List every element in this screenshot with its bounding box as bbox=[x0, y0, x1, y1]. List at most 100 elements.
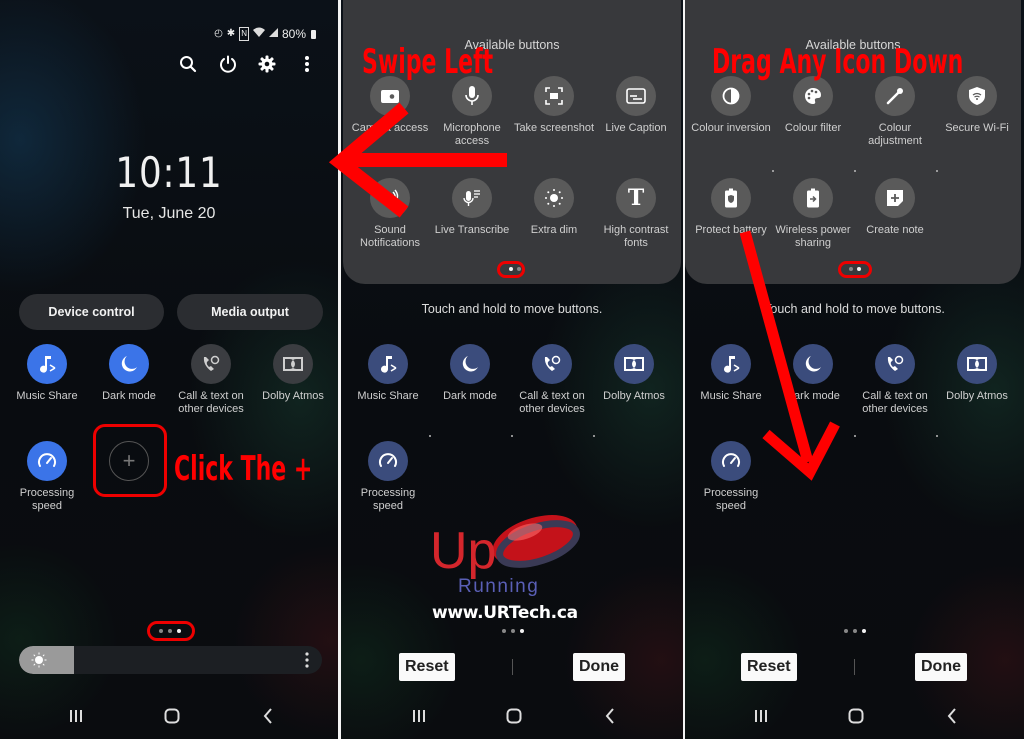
recents-button[interactable] bbox=[749, 704, 773, 728]
tile-processing-speed[interactable]: Processing speed bbox=[6, 441, 88, 513]
bluetooth-icon: ✱ bbox=[226, 28, 236, 39]
back-button[interactable] bbox=[940, 704, 964, 728]
call-sync-icon bbox=[203, 355, 220, 371]
grid-dot bbox=[854, 435, 856, 437]
available-secure-wifi[interactable]: Secure Wi-Fi bbox=[936, 76, 1018, 135]
moon-icon bbox=[121, 356, 137, 372]
shield-wifi-icon bbox=[969, 87, 985, 105]
available-microphone-access[interactable]: Microphone access bbox=[431, 76, 513, 148]
available-colour-adjustment[interactable]: Colour adjustment bbox=[854, 76, 936, 148]
dolby-icon bbox=[283, 357, 303, 371]
available-protect-battery[interactable]: Protect battery bbox=[690, 178, 772, 237]
highlight-sheet-dots bbox=[497, 261, 525, 278]
tile-dark-mode[interactable]: Dark mode bbox=[88, 344, 170, 403]
grid-dot bbox=[429, 435, 431, 437]
logo-running-text: Running bbox=[458, 576, 539, 597]
available-high-contrast-fonts[interactable]: T High contrast fonts bbox=[595, 178, 677, 250]
home-icon bbox=[848, 708, 864, 724]
moon-icon bbox=[805, 356, 821, 372]
tile-call-text-other-devices[interactable]: Call & text on other devices bbox=[170, 344, 252, 416]
active-tile-dolby-atmos[interactable]: Dolby Atmos bbox=[936, 344, 1018, 403]
home-button[interactable] bbox=[160, 704, 184, 728]
grid-dot bbox=[772, 435, 774, 437]
dolby-icon bbox=[624, 357, 644, 371]
home-icon bbox=[506, 708, 522, 724]
grid-dot bbox=[772, 170, 774, 172]
available-extra-dim[interactable]: Extra dim bbox=[513, 178, 595, 237]
available-create-note[interactable]: Create note bbox=[854, 178, 936, 237]
annotation-click-plus: Click The + bbox=[174, 449, 313, 489]
recents-button[interactable] bbox=[407, 704, 431, 728]
annotation-drag-icon-down: Drag Any Icon Down bbox=[712, 42, 964, 82]
hint-text: Touch and hold to move buttons. bbox=[764, 302, 945, 316]
available-wireless-power-sharing[interactable]: Wireless power sharing bbox=[772, 178, 854, 250]
back-button[interactable] bbox=[256, 704, 280, 728]
music-share-icon bbox=[381, 356, 397, 373]
done-button[interactable]: Done bbox=[915, 653, 967, 681]
home-button[interactable] bbox=[844, 704, 868, 728]
available-sound-notifications[interactable]: Sound Notifications bbox=[349, 178, 431, 250]
power-icon bbox=[220, 55, 236, 73]
speedometer-icon bbox=[722, 453, 740, 467]
call-sync-icon bbox=[887, 355, 904, 371]
dolby-icon bbox=[967, 357, 987, 371]
eyedropper-icon bbox=[886, 88, 903, 105]
tile-dolby-atmos[interactable]: Dolby Atmos bbox=[252, 344, 334, 403]
available-take-screenshot[interactable]: Take screenshot bbox=[513, 76, 595, 135]
power-share-icon bbox=[807, 188, 819, 208]
available-live-transcribe[interactable]: Live Transcribe bbox=[431, 178, 513, 237]
active-tile-processing-speed[interactable]: Processing speed bbox=[690, 441, 772, 513]
available-colour-inversion[interactable]: Colour inversion bbox=[690, 76, 772, 135]
extra-dim-icon bbox=[545, 189, 563, 207]
more-options-button[interactable] bbox=[295, 52, 319, 76]
music-share-icon bbox=[40, 356, 56, 373]
tile-music-share[interactable]: Music Share bbox=[6, 344, 88, 403]
active-tile-processing-speed[interactable]: Processing speed bbox=[347, 441, 429, 513]
page-dot bbox=[853, 629, 857, 633]
done-button[interactable]: Done bbox=[573, 653, 625, 681]
device-control-button[interactable]: Device control bbox=[19, 294, 164, 330]
reset-button[interactable]: Reset bbox=[399, 653, 455, 681]
annotation-swipe-left: Swipe Left bbox=[362, 42, 494, 82]
page-dot bbox=[511, 629, 515, 633]
back-icon bbox=[605, 708, 614, 724]
text-t-icon: T bbox=[627, 185, 645, 211]
highlight-add-button bbox=[93, 424, 167, 497]
settings-button[interactable] bbox=[255, 52, 279, 76]
available-colour-filter[interactable]: Colour filter bbox=[772, 76, 854, 135]
active-tile-dark-mode[interactable]: Dark mode bbox=[772, 344, 854, 403]
active-tile-dark-mode[interactable]: Dark mode bbox=[429, 344, 511, 403]
navigation-bar bbox=[0, 704, 338, 728]
active-tile-call-text[interactable]: Call & text on other devices bbox=[854, 344, 936, 416]
date: Tue, June 20 bbox=[122, 205, 216, 222]
reset-button[interactable]: Reset bbox=[741, 653, 797, 681]
home-button[interactable] bbox=[502, 704, 526, 728]
available-live-caption[interactable]: Live Caption bbox=[595, 76, 677, 135]
status-bar: ◴ ✱ N 80% bbox=[214, 27, 316, 41]
navigation-bar bbox=[685, 704, 1024, 728]
wifi-icon bbox=[252, 27, 265, 41]
active-tile-music-share[interactable]: Music Share bbox=[347, 344, 429, 403]
back-icon bbox=[947, 708, 956, 724]
recents-button[interactable] bbox=[64, 704, 88, 728]
media-output-button[interactable]: Media output bbox=[177, 294, 323, 330]
hint-text: Touch and hold to move buttons. bbox=[421, 302, 603, 316]
button-divider bbox=[854, 659, 855, 675]
logo-up-text: Up bbox=[430, 522, 496, 580]
search-icon bbox=[180, 56, 197, 73]
more-vert-icon bbox=[305, 56, 309, 72]
brightness-slider[interactable] bbox=[19, 646, 322, 674]
active-tile-dolby-atmos[interactable]: Dolby Atmos bbox=[593, 344, 675, 403]
grid-dot bbox=[936, 435, 938, 437]
active-tile-call-text[interactable]: Call & text on other devices bbox=[511, 344, 593, 416]
available-camera-access[interactable]: Camera access bbox=[349, 76, 431, 135]
search-button[interactable] bbox=[176, 52, 200, 76]
page-indicator bbox=[502, 629, 524, 633]
active-tile-music-share[interactable]: Music Share bbox=[690, 344, 772, 403]
edit-buttons-screen-page1: Available buttons Camera access Micropho… bbox=[341, 0, 683, 739]
back-button[interactable] bbox=[598, 704, 622, 728]
edit-buttons-screen-page2: Available buttons Colour inversion Colou… bbox=[685, 0, 1024, 739]
battery-icon bbox=[311, 29, 316, 39]
power-button[interactable] bbox=[216, 52, 240, 76]
brightness-more-icon[interactable] bbox=[305, 652, 309, 668]
